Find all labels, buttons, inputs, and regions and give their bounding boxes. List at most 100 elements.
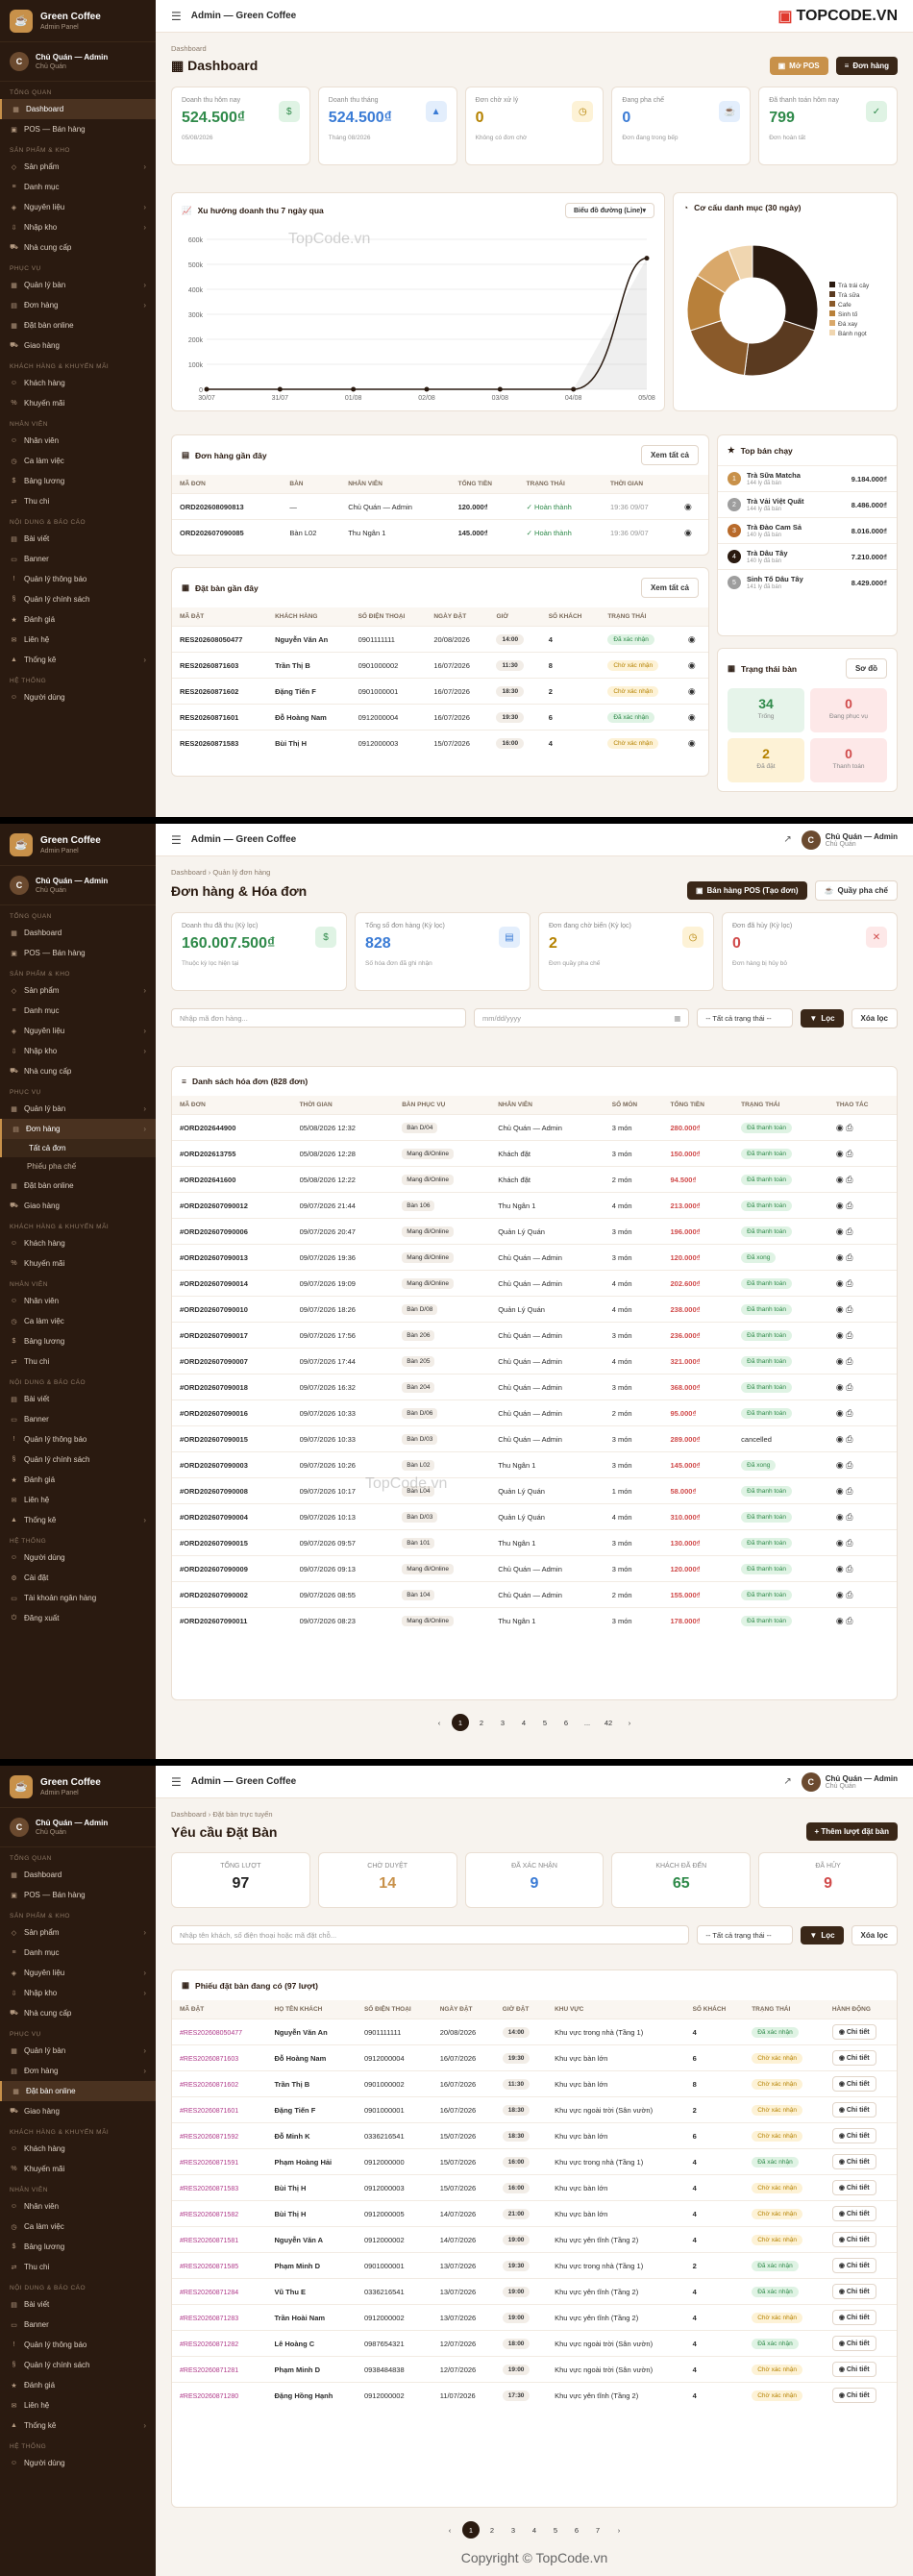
print-icon[interactable]: ⎙ — [846, 1460, 852, 1470]
print-icon[interactable]: ⎙ — [846, 1512, 852, 1522]
sidebar-item-dashboard[interactable]: ▦ Dashboard — [0, 1865, 156, 1885]
sidebar-item-contact[interactable]: ✉ Liên hệ — [0, 1490, 156, 1510]
sidebar-item-notify[interactable]: ! Quản lý thông báo — [0, 569, 156, 589]
sidebar-item-staff[interactable]: ☺ Nhân viên — [0, 431, 156, 451]
prev-page-icon[interactable]: ‹ — [431, 1714, 448, 1731]
floor-map-button[interactable]: Sơ đồ — [845, 658, 887, 679]
detail-button[interactable]: ◉ Chi tiết — [831, 2258, 876, 2273]
print-icon[interactable]: ⎙ — [846, 1278, 852, 1288]
sidebar-item-users[interactable]: ☺ Người dùng — [0, 687, 156, 707]
sidebar-item-payroll[interactable]: $ Bảng lương — [0, 1331, 156, 1351]
sidebar-item-staff[interactable]: ☺ Nhân viên — [0, 2196, 156, 2217]
detail-button[interactable]: ◉ Chi tiết — [831, 2206, 876, 2221]
sidebar-item-expense[interactable]: ⇄ Thu chi — [0, 491, 156, 511]
sidebar-item-bank[interactable]: ▭ Tài khoản ngân hàng — [0, 1588, 156, 1608]
print-icon[interactable]: ⎙ — [846, 1434, 852, 1444]
sidebar-item-categories[interactable]: ≡ Danh mục — [0, 1943, 156, 1963]
sidebar-item-ingredients[interactable]: ◈ Nguyên liệu › — [0, 1963, 156, 1983]
sidebar-item-import[interactable]: ⇩ Nhập kho › — [0, 1041, 156, 1061]
sidebar-item-ingredients[interactable]: ◈ Nguyên liệu › — [0, 1021, 156, 1041]
sidebar-item-promos[interactable]: % Khuyến mãi — [0, 2159, 156, 2179]
detail-button[interactable]: ◉ Chi tiết — [831, 2362, 876, 2377]
view-icon[interactable]: ◉ — [836, 1512, 846, 1522]
sidebar-item-categories[interactable]: ≡ Danh mục — [0, 1001, 156, 1021]
sidebar-item-posts[interactable]: ▤ Bài viết — [0, 1389, 156, 1409]
page-button[interactable]: 2 — [473, 1714, 490, 1731]
print-icon[interactable]: ⎙ — [846, 1201, 852, 1210]
sidebar-item-users[interactable]: ☺ Người dùng — [0, 1548, 156, 1568]
sidebar-item-dashboard[interactable]: ▦ Dashboard — [0, 99, 156, 119]
view-icon[interactable]: ◉ — [836, 1616, 846, 1625]
crumb-dashboard[interactable]: Dashboard — [171, 1810, 207, 1819]
sidebar-item-contact[interactable]: ✉ Liên hệ — [0, 2395, 156, 2415]
sidebar-item-import[interactable]: ⇩ Nhập kho › — [0, 217, 156, 237]
booking-filter-button[interactable]: ▼ Lọc — [801, 1925, 844, 1944]
view-all-orders-button[interactable]: Xem tất cả — [640, 445, 699, 465]
sidebar-item-reviews[interactable]: ★ Đánh giá — [0, 609, 156, 630]
order-status-select[interactable]: -- Tất cả trạng thái -- — [697, 1008, 794, 1028]
order-clear-button[interactable]: Xóa lọc — [851, 1007, 898, 1028]
view-icon[interactable]: ◉ — [836, 1408, 846, 1418]
print-icon[interactable]: ⎙ — [846, 1226, 852, 1236]
sidebar-item-booking[interactable]: ▦ Đặt bàn online — [0, 1176, 156, 1196]
page-button[interactable]: 2 — [483, 2521, 501, 2539]
sidebar-item-stats[interactable]: ▲ Thống kê › — [0, 1510, 156, 1530]
sidebar-item-receipts[interactable]: Phiếu pha chế — [0, 1157, 156, 1176]
sidebar-item-notify[interactable]: ! Quản lý thông báo — [0, 1429, 156, 1449]
view-all-bookings-button[interactable]: Xem tất cả — [640, 578, 699, 598]
sidebar-item-payroll[interactable]: $ Bảng lương — [0, 2237, 156, 2257]
view-icon[interactable]: ◉ — [688, 660, 696, 670]
booking-status-select[interactable]: -- Tất cả trạng thái -- — [697, 1925, 794, 1944]
sidebar-item-staff[interactable]: ☺ Nhân viên — [0, 1291, 156, 1311]
booking-clear-button[interactable]: Xóa lọc — [851, 1924, 898, 1945]
sidebar-item-tables[interactable]: ▦ Quản lý bàn › — [0, 1099, 156, 1119]
sidebar-item-products[interactable]: ◇ Sản phẩm › — [0, 157, 156, 177]
next-page-icon[interactable]: › — [610, 2521, 628, 2539]
view-icon[interactable]: ◉ — [688, 738, 696, 748]
next-page-icon[interactable]: › — [621, 1714, 638, 1731]
sidebar-item-banner[interactable]: ▭ Banner — [0, 1409, 156, 1429]
crumb-dashboard[interactable]: Dashboard — [171, 868, 207, 877]
menu-icon[interactable]: ☰ — [171, 833, 182, 847]
print-icon[interactable]: ⎙ — [846, 1408, 852, 1418]
detail-button[interactable]: ◉ Chi tiết — [831, 2024, 876, 2040]
sidebar-user[interactable]: C Chủ Quán — Admin Chủ Quán — [0, 1808, 156, 1847]
sidebar-item-booking[interactable]: ▦ Đặt bàn online — [0, 2081, 156, 2101]
detail-button[interactable]: ◉ Chi tiết — [831, 2050, 876, 2066]
brand[interactable]: ☕ Green Coffee Admin Panel — [0, 824, 156, 866]
view-icon[interactable]: ◉ — [836, 1304, 846, 1314]
sidebar-item-logout[interactable]: ⏻ Đăng xuất — [0, 1608, 156, 1628]
view-icon[interactable]: ◉ — [836, 1486, 846, 1496]
sidebar-item-delivery[interactable]: ⛟ Giao hàng — [0, 1196, 156, 1216]
sidebar-user[interactable]: C Chủ Quán — Admin Chủ Quán — [0, 42, 156, 82]
view-icon[interactable]: ◉ — [688, 712, 696, 722]
sidebar-item-import[interactable]: ⇩ Nhập kho › — [0, 1983, 156, 2003]
sidebar-item-suppliers[interactable]: ⛟ Nhà cung cấp — [0, 1061, 156, 1081]
sidebar-item-posts[interactable]: ▤ Bài viết — [0, 2294, 156, 2315]
print-icon[interactable]: ⎙ — [846, 1486, 852, 1496]
print-icon[interactable]: ⎙ — [846, 1538, 852, 1548]
view-icon[interactable]: ◉ — [836, 1382, 846, 1392]
topbar-user[interactable]: C Chủ Quán — Admin Chủ Quán — [801, 830, 898, 850]
topbar-user[interactable]: C Chủ Quán — Admin Chủ Quán — [801, 1771, 898, 1792]
view-icon[interactable]: ◉ — [836, 1175, 846, 1184]
print-icon[interactable]: ⎙ — [846, 1252, 852, 1262]
view-icon[interactable]: ◉ — [836, 1356, 846, 1366]
page-button[interactable]: 3 — [494, 1714, 511, 1731]
print-icon[interactable]: ⎙ — [846, 1330, 852, 1340]
sidebar-item-orders[interactable]: ▤ Đơn hàng › — [0, 2061, 156, 2081]
sidebar-item-products[interactable]: ◇ Sản phẩm › — [0, 1922, 156, 1943]
sidebar-item-shifts[interactable]: ◷ Ca làm việc — [0, 451, 156, 471]
view-icon[interactable]: ◉ — [836, 1278, 846, 1288]
best-seller-item[interactable]: 1 Trà Sữa Matcha 144 ly đã bán 9.184.000₫ — [718, 465, 897, 491]
sidebar-item-policy[interactable]: § Quản lý chính sách — [0, 1449, 156, 1470]
page-button[interactable]: 3 — [505, 2521, 522, 2539]
view-icon[interactable]: ◉ — [836, 1252, 846, 1262]
menu-icon[interactable]: ☰ — [171, 1775, 182, 1789]
sidebar-item-pos[interactable]: ▣ POS — Bán hàng — [0, 943, 156, 963]
view-icon[interactable]: ◉ — [836, 1460, 846, 1470]
view-icon[interactable]: ◉ — [836, 1564, 846, 1573]
sidebar-item-contact[interactable]: ✉ Liên hệ — [0, 630, 156, 650]
sidebar-item-customers[interactable]: ☺ Khách hàng — [0, 2139, 156, 2159]
print-icon[interactable]: ⎙ — [846, 1304, 852, 1314]
